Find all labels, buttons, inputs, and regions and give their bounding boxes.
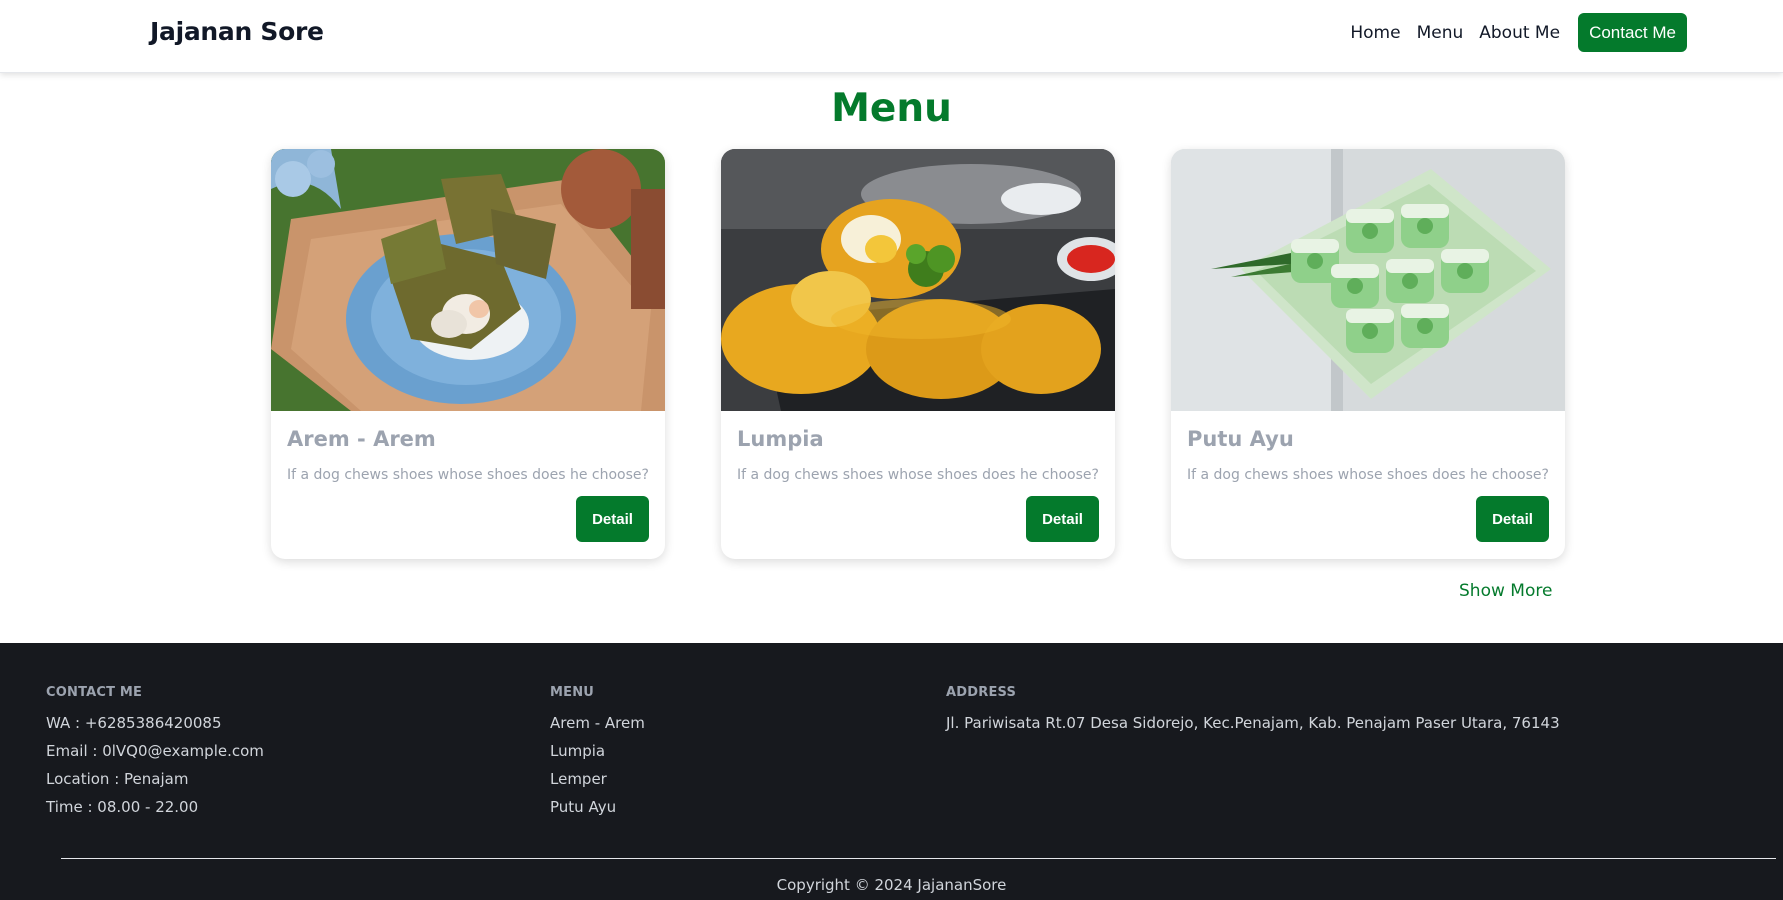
card-body: Arem - Arem If a dog chews shoes whose s… [271,411,665,499]
card-title: Lumpia [737,427,824,451]
nav-link-home[interactable]: Home [1350,23,1400,43]
card-title: Putu Ayu [1187,427,1294,451]
card-body: Lumpia If a dog chews shoes whose shoes … [721,411,1115,499]
nav-link-menu[interactable]: Menu [1417,23,1464,43]
menu-card-arem-arem: Arem - Arem If a dog chews shoes whose s… [271,149,665,559]
putu-ayu-image [1171,149,1565,411]
menu-card-list: Arem - Arem If a dog chews shoes whose s… [271,149,1565,559]
menu-section-title: Menu [831,86,952,131]
card-title: Arem - Arem [287,427,436,451]
footer-address-column: ADDRESS Jl. Pariwisata Rt.07 Desa Sidore… [946,685,1560,742]
detail-button-lumpia[interactable]: Detail [1026,496,1099,542]
footer-menu-column: MENU Arem - Arem Lumpia Lemper Putu Ayu [550,685,645,826]
footer-address-text: Jl. Pariwisata Rt.07 Desa Sidorejo, Kec.… [946,714,1560,732]
brand-logo[interactable]: Jajanan Sore [150,17,324,46]
footer-contact-email: Email : 0lVQ0@example.com [46,742,264,760]
card-description: If a dog chews shoes whose shoes does he… [287,467,649,483]
card-body: Putu Ayu If a dog chews shoes whose shoe… [1171,411,1565,499]
footer-contact-time: Time : 08.00 - 22.00 [46,798,199,816]
footer-divider [61,858,1776,859]
footer-menu-item[interactable]: Putu Ayu [550,798,645,816]
footer-address-heading: ADDRESS [946,685,1017,700]
footer-contact-heading: CONTACT ME [46,685,143,700]
footer-menu-heading: MENU [550,685,595,700]
detail-button-arem-arem[interactable]: Detail [576,496,649,542]
nav-link-about[interactable]: About Me [1479,23,1560,43]
footer: CONTACT ME WA : +6285386420085 Email : 0… [0,643,1783,900]
footer-contact-column: CONTACT ME WA : +6285386420085 Email : 0… [46,685,264,826]
menu-card-lumpia: Lumpia If a dog chews shoes whose shoes … [721,149,1115,559]
contact-me-button[interactable]: Contact Me [1578,13,1687,52]
arem-arem-image [271,149,665,411]
detail-button-putu-ayu[interactable]: Detail [1476,496,1549,542]
footer-contact-wa: WA : +6285386420085 [46,714,222,732]
footer-contact-location: Location : Penajam [46,770,189,788]
footer-menu-item[interactable]: Arem - Arem [550,714,645,732]
navbar: Jajanan Sore Home Menu About Me Contact … [0,0,1783,73]
footer-menu-item[interactable]: Lumpia [550,742,645,760]
menu-card-putu-ayu: Putu Ayu If a dog chews shoes whose shoe… [1171,149,1565,559]
copyright-text: Copyright © 2024 JajananSore [776,876,1007,894]
show-more-link[interactable]: Show More [1459,581,1552,601]
card-description: If a dog chews shoes whose shoes does he… [1187,467,1549,483]
footer-menu-item[interactable]: Lemper [550,770,645,788]
card-description: If a dog chews shoes whose shoes does he… [737,467,1099,483]
lumpia-image [721,149,1115,411]
nav-links: Home Menu About Me Contact Me [1350,13,1687,52]
